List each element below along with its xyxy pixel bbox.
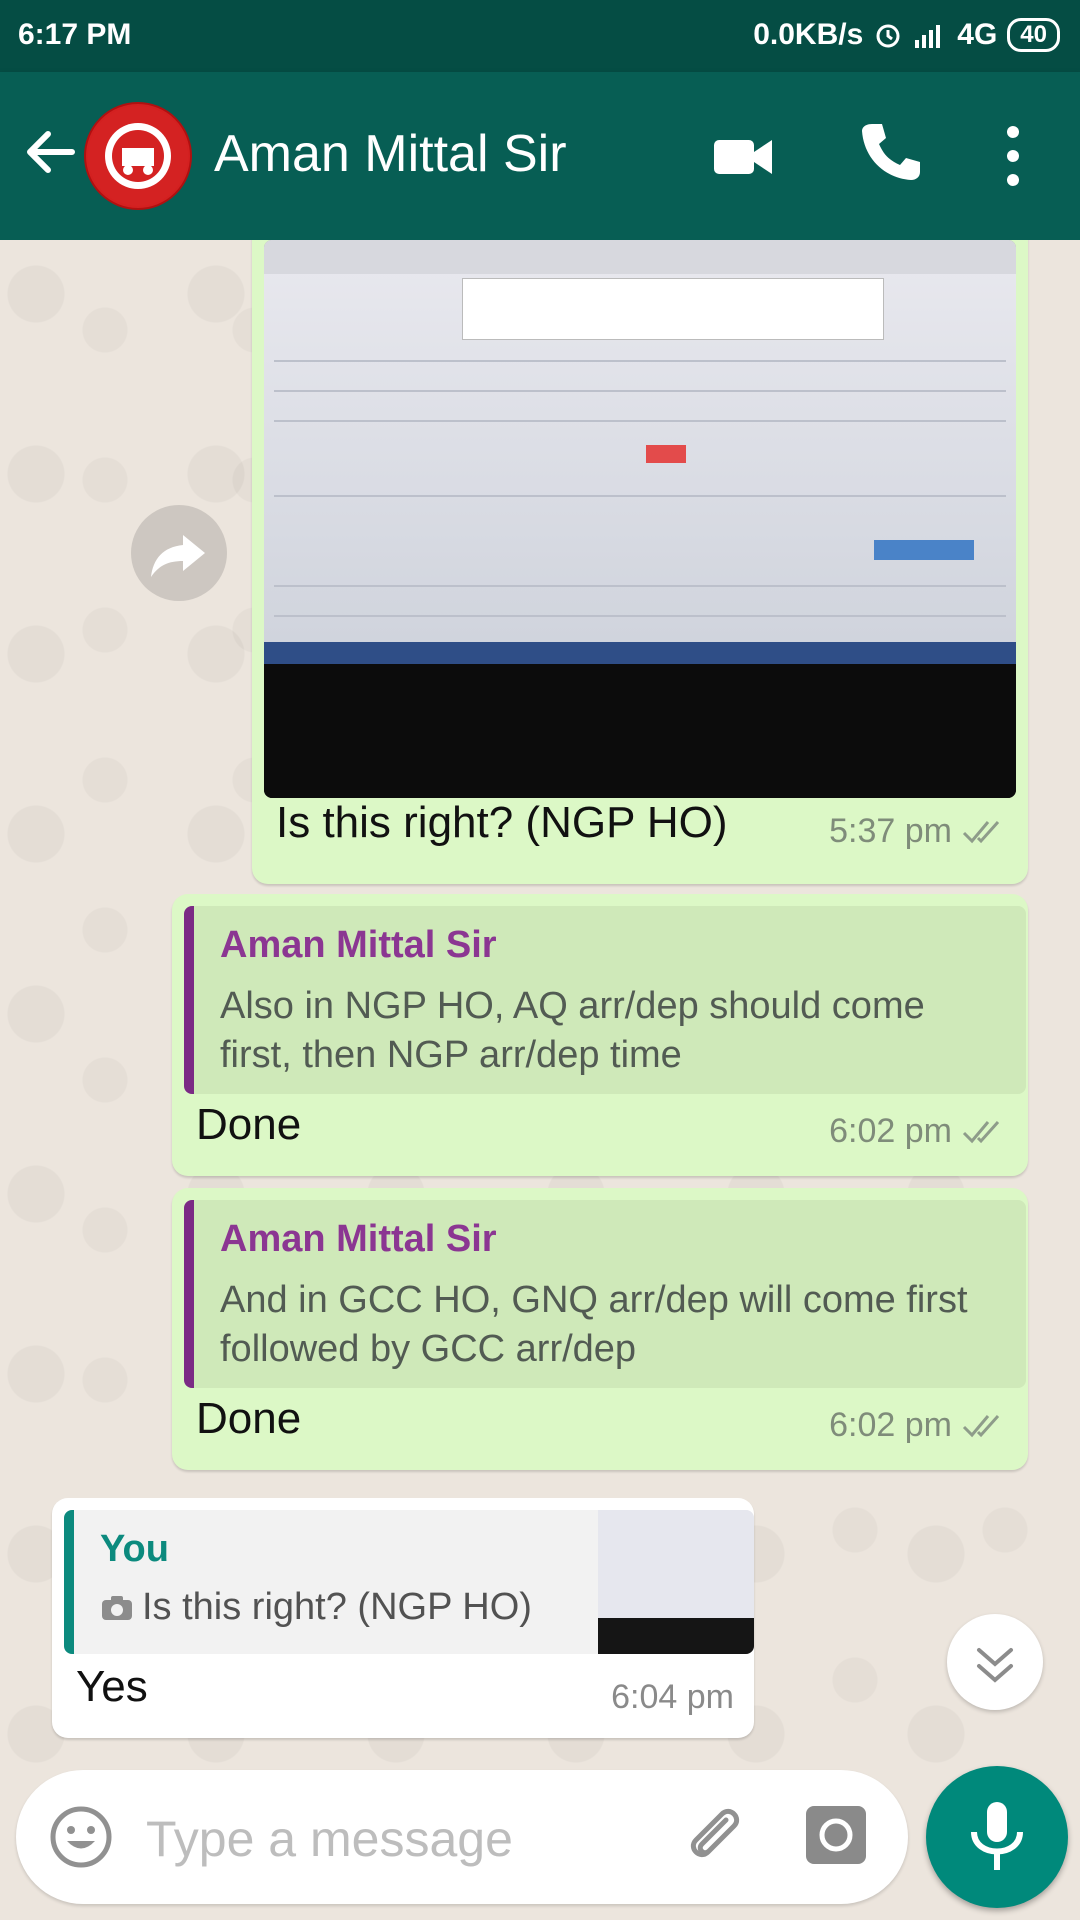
arrow-left-icon xyxy=(27,131,75,173)
quoted-author: You xyxy=(100,1528,169,1570)
voice-call-button[interactable] xyxy=(856,118,924,186)
message-bubble-image[interactable]: Is this right? (NGP HO) 5:37 pm xyxy=(252,240,1028,884)
chat-title[interactable]: Aman Mittal Sir xyxy=(214,124,567,184)
emoji-button[interactable] xyxy=(48,1804,114,1870)
camera-icon xyxy=(100,1594,134,1622)
quoted-message[interactable]: Aman Mittal Sir And in GCC HO, GNQ arr/d… xyxy=(184,1200,1026,1388)
message-meta: 5:37 pm xyxy=(829,812,1008,851)
message-caption: Is this right? (NGP HO) xyxy=(276,798,728,847)
chat-messages[interactable]: Is this right? (NGP HO) 5:37 pm Aman Mit… xyxy=(0,240,1080,1765)
chevrons-down-icon xyxy=(977,1648,1013,1683)
message-meta: 6:02 pm xyxy=(829,1406,1008,1445)
photo-monitor-bezel xyxy=(264,664,1016,798)
status-time: 6:17 PM xyxy=(18,18,132,51)
more-options-button[interactable] xyxy=(990,120,1036,192)
emoji-icon xyxy=(50,1806,112,1868)
quoted-text: Is this right? (NGP HO) xyxy=(142,1586,532,1628)
message-composer: Type a message xyxy=(16,1770,908,1904)
message-meta: 6:02 pm xyxy=(829,1112,1008,1151)
message-bubble-reply[interactable]: Aman Mittal Sir And in GCC HO, GNQ arr/d… xyxy=(172,1188,1028,1470)
battery-indicator: 40 xyxy=(1007,18,1060,52)
attach-button[interactable] xyxy=(680,1800,750,1870)
message-bubble-incoming[interactable]: You Is this right? (NGP HO) Yes 6:04 pm xyxy=(52,1498,754,1738)
voice-message-button[interactable] xyxy=(926,1766,1068,1908)
microphone-icon xyxy=(971,1802,1023,1870)
double-check-icon xyxy=(962,1412,1008,1440)
message-text: Yes xyxy=(76,1662,148,1711)
quoted-text: Also in NGP HO, AQ arr/dep should come f… xyxy=(220,985,925,1076)
message-time: 5:37 pm xyxy=(829,812,952,850)
quoted-author: Aman Mittal Sir xyxy=(220,1218,497,1260)
forward-icon xyxy=(151,535,205,577)
message-text: Done xyxy=(196,1100,302,1149)
contact-avatar[interactable] xyxy=(84,102,192,210)
quoted-text: And in GCC HO, GNQ arr/dep will come fir… xyxy=(220,1279,968,1370)
paperclip-icon xyxy=(690,1808,740,1858)
message-image[interactable] xyxy=(264,240,1016,798)
photo-screen-content xyxy=(264,240,1016,664)
phone-icon xyxy=(862,124,920,180)
scroll-to-bottom-button[interactable] xyxy=(947,1614,1043,1710)
message-bubble-reply[interactable]: Aman Mittal Sir Also in NGP HO, AQ arr/d… xyxy=(172,894,1028,1176)
chat-header: Aman Mittal Sir xyxy=(0,72,1080,240)
quoted-text-row: Is this right? (NGP HO) xyxy=(100,1586,532,1629)
back-button[interactable] xyxy=(20,122,80,182)
quoted-message[interactable]: You Is this right? (NGP HO) xyxy=(64,1510,754,1654)
message-input[interactable]: Type a message xyxy=(146,1810,513,1868)
quoted-author: Aman Mittal Sir xyxy=(220,924,497,966)
message-time: 6:02 pm xyxy=(829,1406,952,1444)
quoted-image-thumbnail xyxy=(598,1510,754,1654)
message-time: 6:02 pm xyxy=(829,1112,952,1150)
camera-icon xyxy=(806,1806,866,1864)
indian-railways-logo-icon xyxy=(88,106,188,206)
message-text: Done xyxy=(196,1394,302,1443)
message-time: 6:04 pm xyxy=(611,1678,734,1716)
network-speed: 0.0KB/s xyxy=(753,18,864,51)
forward-button[interactable] xyxy=(131,505,227,601)
video-camera-icon xyxy=(714,140,772,174)
status-indicators: 0.0KB/s 4G 40 xyxy=(753,18,1060,52)
alarm-icon xyxy=(873,20,903,50)
double-check-icon xyxy=(962,1118,1008,1146)
quoted-message[interactable]: Aman Mittal Sir Also in NGP HO, AQ arr/d… xyxy=(184,906,1026,1094)
camera-button[interactable] xyxy=(804,1804,868,1866)
network-type: 4G xyxy=(957,18,998,51)
double-check-icon xyxy=(962,818,1008,846)
more-vertical-icon xyxy=(1007,126,1019,186)
status-bar: 6:17 PM 0.0KB/s 4G 40 xyxy=(0,0,1080,72)
video-call-button[interactable] xyxy=(710,122,778,190)
signal-icon xyxy=(913,22,947,48)
